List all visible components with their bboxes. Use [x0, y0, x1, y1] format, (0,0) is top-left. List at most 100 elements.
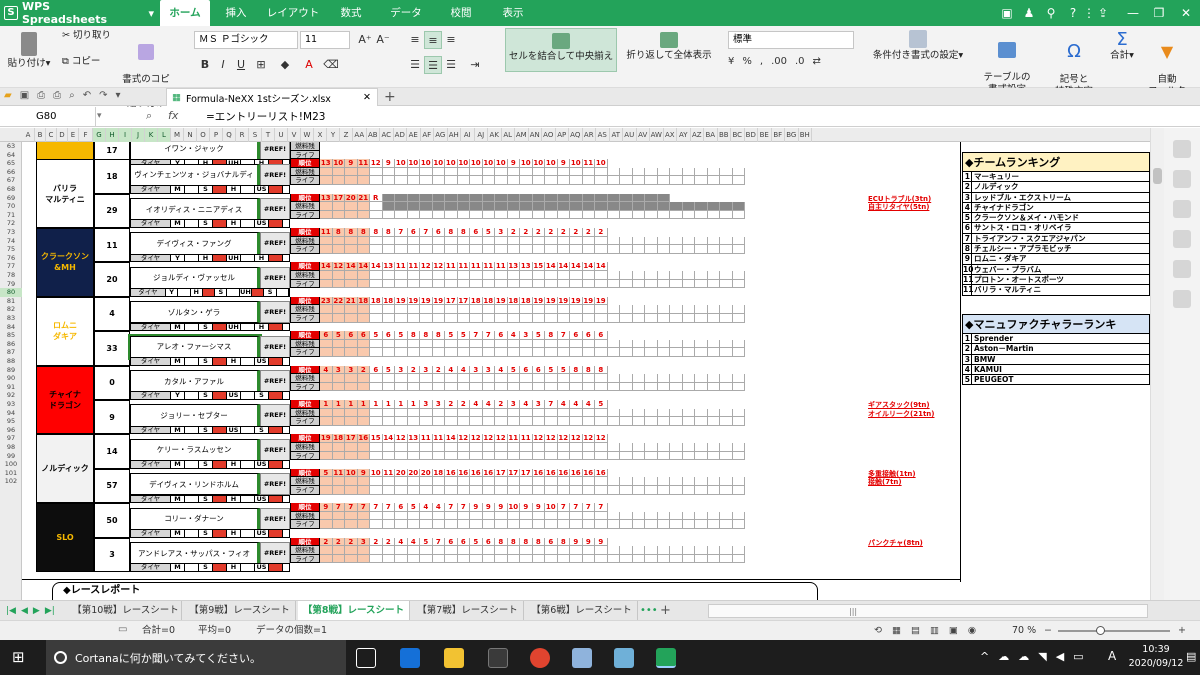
- life-cell[interactable]: [620, 348, 633, 357]
- fuel-cell[interactable]: [495, 477, 508, 486]
- driver-name-cell[interactable]: ケリー・ラスムッセン: [130, 438, 260, 462]
- position-value[interactable]: 6: [320, 331, 333, 340]
- fuel-cell[interactable]: [545, 408, 558, 418]
- life-cell[interactable]: [345, 210, 358, 220]
- life-cell[interactable]: [632, 210, 645, 220]
- position-value[interactable]: 7: [595, 503, 608, 512]
- life-cell[interactable]: [357, 451, 370, 461]
- life-cell[interactable]: [557, 176, 570, 185]
- column-header[interactable]: Y: [327, 128, 340, 142]
- life-cell[interactable]: [682, 210, 695, 220]
- life-cell[interactable]: [720, 486, 733, 495]
- position-value[interactable]: 16: [532, 468, 545, 478]
- position-value[interactable]: 5: [470, 537, 483, 547]
- cloud-icon[interactable]: ☁: [1018, 650, 1029, 663]
- life-cell[interactable]: [320, 486, 333, 495]
- fuel-cell[interactable]: [507, 305, 520, 314]
- life-cell[interactable]: [407, 348, 420, 357]
- fuel-cell[interactable]: [557, 477, 570, 486]
- fuel-cell[interactable]: [645, 167, 658, 177]
- fuel-cell[interactable]: [457, 408, 470, 418]
- life-cell[interactable]: [495, 348, 508, 357]
- fuel-cell[interactable]: [545, 202, 558, 211]
- position-value[interactable]: 11: [507, 434, 520, 443]
- position-value[interactable]: 8: [520, 537, 533, 547]
- position-value[interactable]: 9: [482, 503, 495, 512]
- life-cell[interactable]: [695, 279, 708, 289]
- position-value[interactable]: 4: [507, 331, 520, 340]
- life-cell[interactable]: [707, 382, 720, 392]
- life-cell[interactable]: [620, 486, 633, 495]
- fuel-cell[interactable]: [607, 546, 620, 555]
- fuel-cell[interactable]: [470, 477, 483, 486]
- fuel-cell[interactable]: [482, 271, 495, 280]
- fuel-cell[interactable]: [332, 271, 345, 280]
- chevron-up-icon[interactable]: ^: [980, 650, 989, 663]
- life-cell[interactable]: [657, 382, 670, 392]
- windows-start-icon[interactable]: ⊞: [12, 648, 25, 666]
- life-cell[interactable]: [320, 382, 333, 392]
- position-value[interactable]: 12: [470, 434, 483, 443]
- sheet-tab[interactable]: 【第9戦】レースシート: [184, 601, 296, 621]
- fuel-cell[interactable]: [345, 477, 358, 486]
- position-value[interactable]: 4: [395, 537, 408, 547]
- position-value[interactable]: 6: [470, 228, 483, 237]
- fuel-cell[interactable]: [545, 546, 558, 555]
- position-value[interactable]: 19: [582, 296, 595, 306]
- column-header[interactable]: AB: [367, 128, 380, 142]
- life-cell[interactable]: [645, 554, 658, 564]
- life-cell[interactable]: [595, 348, 608, 357]
- tire-compound[interactable]: H: [227, 461, 241, 468]
- car-number-cell[interactable]: 14: [94, 434, 130, 469]
- fuel-cell[interactable]: [320, 443, 333, 452]
- merge-center-button[interactable]: セルを結合して中央揃え: [505, 28, 617, 72]
- life-cell[interactable]: [482, 486, 495, 495]
- fuel-cell[interactable]: [732, 167, 745, 177]
- fuel-cell[interactable]: [720, 477, 733, 486]
- position-value[interactable]: 8: [457, 228, 470, 237]
- position-value[interactable]: 18: [470, 296, 483, 306]
- position-value[interactable]: 9: [357, 468, 370, 478]
- life-cell[interactable]: [532, 176, 545, 185]
- position-value[interactable]: 9: [582, 537, 595, 547]
- fuel-cell[interactable]: [520, 236, 533, 246]
- row-header[interactable]: 91: [0, 383, 22, 392]
- position-value[interactable]: 19: [420, 296, 433, 306]
- fuel-cell[interactable]: [370, 408, 383, 418]
- eye-icon[interactable]: ◉: [968, 621, 976, 641]
- normal-view-icon[interactable]: ▦: [892, 621, 901, 641]
- life-cell[interactable]: [545, 554, 558, 564]
- life-cell[interactable]: [470, 520, 483, 529]
- fuel-cell[interactable]: [370, 236, 383, 246]
- life-cell[interactable]: [720, 279, 733, 289]
- fuel-cell[interactable]: [645, 271, 658, 280]
- fuel-cell[interactable]: [470, 546, 483, 555]
- fuel-cell[interactable]: [595, 374, 608, 383]
- life-cell[interactable]: [495, 245, 508, 254]
- column-header[interactable]: T: [262, 128, 275, 142]
- fuel-cell[interactable]: [670, 271, 683, 280]
- position-value[interactable]: 17: [445, 296, 458, 306]
- life-cell[interactable]: [407, 417, 420, 426]
- fuel-cell[interactable]: [657, 443, 670, 452]
- fuel-cell[interactable]: [732, 546, 745, 555]
- position-value[interactable]: 5: [482, 228, 495, 237]
- life-cell[interactable]: [707, 554, 720, 564]
- fuel-cell[interactable]: [420, 443, 433, 452]
- fuel-cell[interactable]: [595, 202, 608, 211]
- position-value[interactable]: 1: [395, 400, 408, 409]
- life-cell[interactable]: [595, 314, 608, 323]
- fuel-cell[interactable]: [332, 477, 345, 486]
- fuel-cell[interactable]: [320, 271, 333, 280]
- column-header[interactable]: AT: [610, 128, 623, 142]
- fuel-cell[interactable]: [370, 339, 383, 349]
- life-cell[interactable]: [645, 210, 658, 220]
- life-cell[interactable]: [470, 417, 483, 426]
- life-cell[interactable]: [382, 520, 395, 529]
- position-value[interactable]: R: [370, 193, 383, 203]
- fuel-cell[interactable]: [457, 167, 470, 177]
- underline-button[interactable]: U: [232, 56, 250, 74]
- life-cell[interactable]: [395, 382, 408, 392]
- column-header[interactable]: S: [249, 128, 262, 142]
- fuel-cell[interactable]: [720, 546, 733, 555]
